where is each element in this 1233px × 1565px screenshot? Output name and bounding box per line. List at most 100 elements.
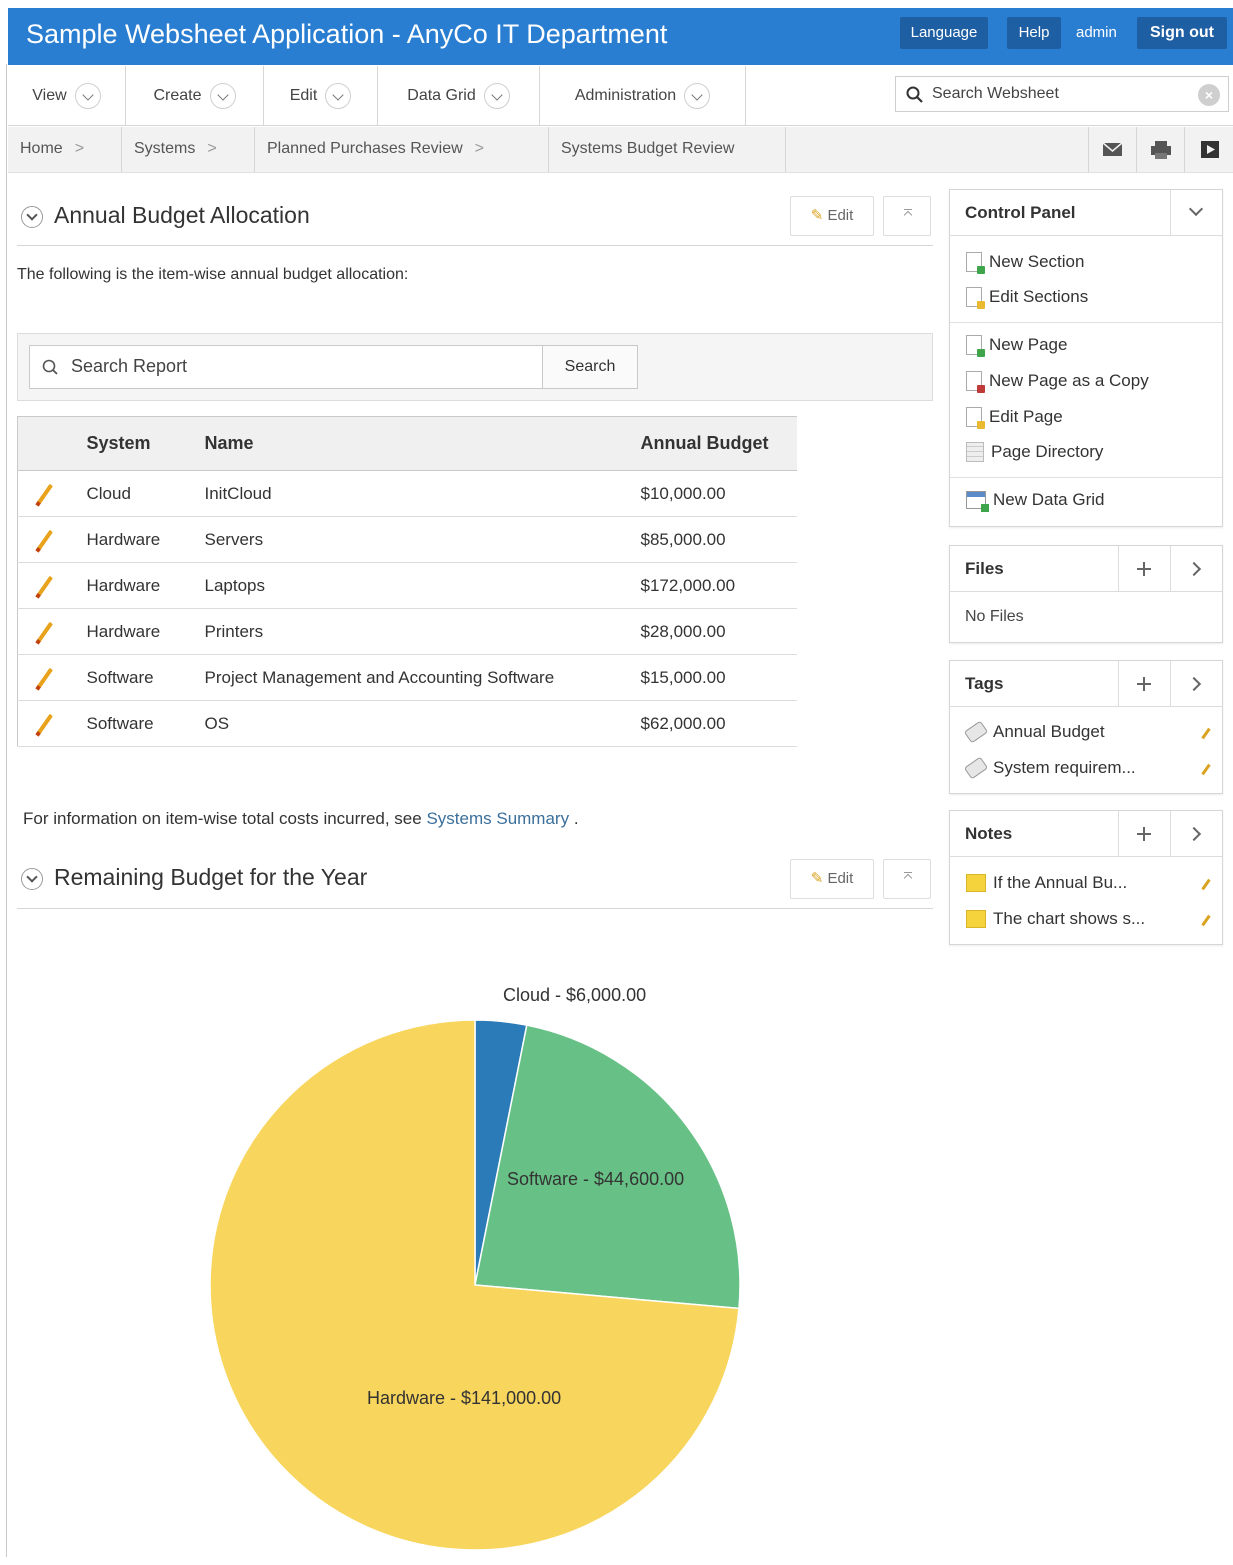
new-page-link[interactable]: New Page xyxy=(966,335,1067,357)
cell-name: Laptops xyxy=(203,562,640,609)
table-row: Software OS $62,000.00 xyxy=(17,700,797,747)
section-divider xyxy=(17,908,933,909)
add-note-plus-icon[interactable] xyxy=(1118,811,1170,856)
menu-create[interactable]: Create xyxy=(126,66,264,125)
edit-sections-icon xyxy=(966,287,985,309)
chevron-right-icon[interactable] xyxy=(1170,661,1222,706)
systems-summary-link[interactable]: Systems Summary xyxy=(426,809,569,828)
report-search-placeholder: Search Report xyxy=(71,356,188,376)
edit-page-link[interactable]: Edit Page xyxy=(966,407,1063,429)
cell-annual-budget: $28,000.00 xyxy=(639,608,797,655)
control-panel-separator xyxy=(950,477,1222,478)
chevron-down-icon xyxy=(483,82,510,109)
language-button[interactable]: Language xyxy=(900,17,988,49)
search-icon xyxy=(906,86,923,103)
tag-item[interactable]: System requirem... xyxy=(963,756,1136,780)
edit-note-pencil-icon[interactable] xyxy=(1201,914,1211,927)
menubar: View Create Edit Data Grid Administratio… xyxy=(8,66,1233,126)
tag-label: System requirem... xyxy=(993,758,1136,777)
back-to-top-icon[interactable] xyxy=(883,859,931,899)
edit-row-pencil-icon[interactable] xyxy=(37,483,53,504)
column-header-annual-budget[interactable]: Annual Budget xyxy=(639,416,797,471)
notes-title: Notes xyxy=(965,824,1013,843)
new-section-link[interactable]: New Section xyxy=(966,252,1085,274)
control-panel-header: Control Panel xyxy=(950,190,1222,236)
table-row: Hardware Printers $28,000.00 xyxy=(17,608,797,655)
edit-row-pencil-icon[interactable] xyxy=(37,529,53,550)
breadcrumb-separator-icon: > xyxy=(207,140,217,157)
tags-title: Tags xyxy=(965,674,1004,693)
new-data-grid-link[interactable]: New Data Grid xyxy=(966,490,1104,512)
search-icon xyxy=(42,359,58,375)
presentation-button[interactable] xyxy=(1184,127,1233,172)
report-toolbar: Search Report Search xyxy=(17,333,933,401)
email-button[interactable] xyxy=(1088,127,1136,172)
files-title: Files xyxy=(965,559,1004,578)
edit-section-button[interactable]: ✎ Edit xyxy=(790,196,874,236)
add-file-plus-icon[interactable] xyxy=(1118,546,1170,591)
column-header-name[interactable]: Name xyxy=(203,416,640,471)
new-section-label: New Section xyxy=(989,252,1085,271)
user-name: admin xyxy=(1076,24,1117,41)
column-header-system[interactable]: System xyxy=(85,416,204,471)
edit-row-pencil-icon[interactable] xyxy=(37,621,53,642)
edit-row-pencil-icon[interactable] xyxy=(37,713,53,734)
section-title: Annual Budget Allocation xyxy=(54,202,310,228)
back-to-top-icon[interactable] xyxy=(883,196,931,236)
collapse-section-icon[interactable] xyxy=(21,868,43,890)
table-row: Hardware Laptops $172,000.00 xyxy=(17,562,797,609)
page-directory-label: Page Directory xyxy=(991,442,1104,461)
report-search-button[interactable]: Search xyxy=(542,345,638,389)
edit-note-pencil-icon[interactable] xyxy=(1201,878,1211,891)
menu-edit[interactable]: Edit xyxy=(264,66,378,125)
chevron-down-icon[interactable] xyxy=(1170,190,1222,235)
breadcrumb-planned-purchases[interactable]: Planned Purchases Review > xyxy=(255,127,549,172)
files-panel: Files No Files xyxy=(949,545,1223,643)
notes-panel: Notes If the Annual Bu... The chart show… xyxy=(949,810,1223,945)
clear-icon[interactable]: × xyxy=(1198,84,1220,106)
tag-item[interactable]: Annual Budget xyxy=(963,720,1105,744)
app-title: Sample Websheet Application - AnyCo IT D… xyxy=(26,19,668,49)
edit-sections-link[interactable]: Edit Sections xyxy=(966,287,1088,309)
info-text-end: . xyxy=(573,809,579,828)
menu-label: View xyxy=(32,86,67,104)
chevron-right-icon[interactable] xyxy=(1170,811,1222,856)
breadcrumb-label: Systems Budget Review xyxy=(561,140,735,157)
cell-name: OS xyxy=(203,700,640,747)
edit-label: Edit xyxy=(827,870,854,887)
tag-icon xyxy=(963,720,989,744)
edit-section-button[interactable]: ✎ Edit xyxy=(790,859,874,899)
menu-data-grid[interactable]: Data Grid xyxy=(378,66,540,125)
breadcrumb-systems[interactable]: Systems > xyxy=(122,127,255,172)
new-page-copy-link[interactable]: New Page as a Copy xyxy=(966,371,1149,393)
breadcrumb-separator-icon: > xyxy=(474,140,485,157)
breadcrumb-label: Home xyxy=(20,140,63,157)
breadcrumb-label: Planned Purchases Review xyxy=(267,140,463,157)
note-icon xyxy=(966,910,986,928)
menu-view[interactable]: View xyxy=(8,66,126,125)
menu-administration[interactable]: Administration xyxy=(540,66,746,125)
report-search-input[interactable]: Search Report xyxy=(29,345,543,389)
edit-tag-pencil-icon[interactable] xyxy=(1201,763,1211,776)
print-button[interactable] xyxy=(1136,127,1184,172)
cell-name: InitCloud xyxy=(203,470,640,517)
cell-annual-budget: $15,000.00 xyxy=(639,654,797,701)
breadcrumb-home[interactable]: Home > xyxy=(8,127,122,172)
note-item[interactable]: If the Annual Bu... xyxy=(966,873,1127,893)
cell-system: Software xyxy=(85,654,204,701)
websheet-search-input[interactable]: Search Websheet × xyxy=(895,76,1229,112)
collapse-section-icon[interactable] xyxy=(21,206,43,228)
section-divider xyxy=(17,245,933,246)
sign-out-button[interactable]: Sign out xyxy=(1137,17,1227,49)
tags-panel: Tags Annual Budget System requirem... xyxy=(949,660,1223,794)
edit-row-pencil-icon[interactable] xyxy=(37,667,53,688)
help-button[interactable]: Help xyxy=(1007,17,1061,49)
edit-row-pencil-icon[interactable] xyxy=(37,575,53,596)
edit-tag-pencil-icon[interactable] xyxy=(1201,727,1211,740)
note-item[interactable]: The chart shows s... xyxy=(966,909,1145,929)
tag-icon xyxy=(963,756,989,780)
chevron-right-icon[interactable] xyxy=(1170,546,1222,591)
add-tag-plus-icon[interactable] xyxy=(1118,661,1170,706)
table-row: Hardware Servers $85,000.00 xyxy=(17,516,797,563)
page-directory-link[interactable]: Page Directory xyxy=(966,442,1103,462)
